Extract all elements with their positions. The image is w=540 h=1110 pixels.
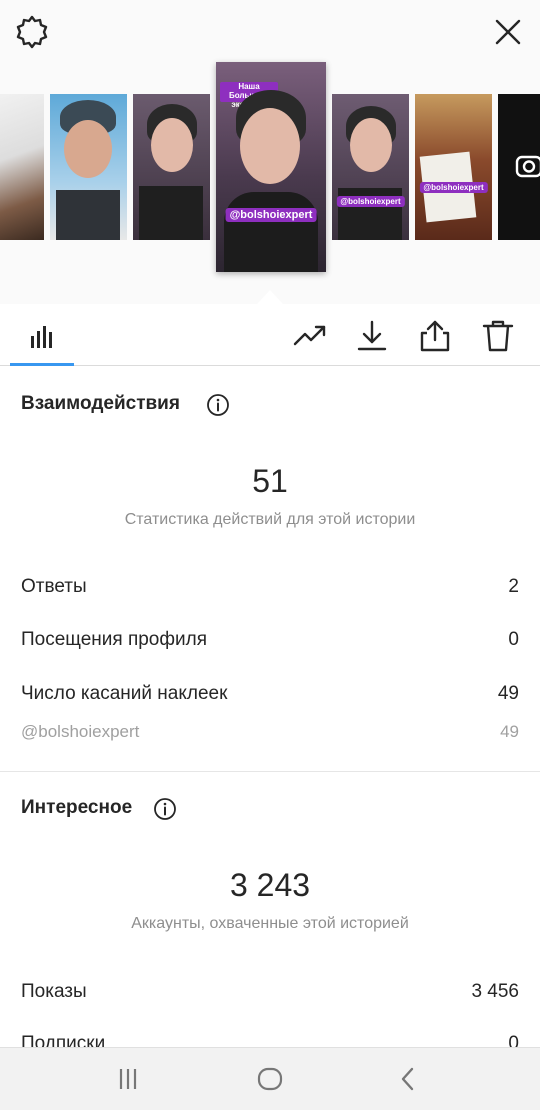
- interactions-caption: Статистика действий для этой истории: [124, 511, 416, 528]
- story-insights-screen: Наша Большого эксперта @bolshoiexpert @b…: [0, 0, 540, 1110]
- system-navigation-bar: [0, 1047, 540, 1110]
- row-value: 49: [497, 683, 519, 704]
- download-icon[interactable]: [354, 318, 390, 354]
- discovery-total: 3 243: [229, 867, 311, 903]
- story-thumbnail-selected[interactable]: Наша Большого эксперта @bolshoiexpert: [216, 62, 326, 272]
- row-label: Посещения профиля: [21, 629, 207, 650]
- mention-sticker: @bolshoiexpert: [419, 182, 488, 193]
- share-icon[interactable]: [417, 318, 453, 354]
- row-value: 0: [508, 629, 519, 650]
- story-thumbnail[interactable]: [0, 94, 44, 240]
- discovery-row-impressions: Показы 3 456: [21, 981, 519, 1011]
- story-preview-area: Наша Большого эксперта @bolshoiexpert @b…: [0, 0, 540, 304]
- close-icon[interactable]: [490, 14, 526, 50]
- info-icon[interactable]: [153, 797, 177, 821]
- row-label: Число касаний наклеек: [21, 683, 228, 704]
- interaction-row-profile-visits: Посещения профиля 0: [21, 629, 519, 659]
- sticker-mention-row: @bolshoiexpert 49: [21, 722, 519, 752]
- info-icon[interactable]: [206, 393, 230, 417]
- interactions-total: 51: [252, 463, 288, 499]
- row-value: 49: [500, 722, 519, 741]
- row-value: 3 456: [471, 981, 519, 1002]
- mention-sticker: @bolshoiexpert: [336, 196, 405, 207]
- story-thumbnail[interactable]: @bolshoiexpert: [415, 94, 492, 240]
- interactions-title: Взаимодействия: [21, 393, 180, 414]
- promote-trend-icon[interactable]: [292, 318, 328, 354]
- home-icon[interactable]: [255, 1064, 285, 1094]
- discovery-title: Интересное: [21, 797, 133, 818]
- recent-apps-icon[interactable]: [113, 1064, 143, 1094]
- section-divider: [0, 771, 540, 772]
- selected-pointer: [257, 290, 283, 304]
- interaction-row-sticker-taps: Число касаний наклеек 49: [21, 683, 519, 713]
- settings-gear-icon[interactable]: [12, 12, 52, 52]
- story-thumbnail[interactable]: @bolshoiexpert: [332, 94, 409, 240]
- back-icon[interactable]: [393, 1064, 423, 1094]
- insights-bar-chart-icon[interactable]: [24, 318, 60, 354]
- camera-icon: [515, 155, 540, 178]
- mention-sticker: @bolshoiexpert: [225, 208, 317, 222]
- delete-trash-icon[interactable]: [480, 318, 516, 354]
- story-thumbnail[interactable]: [133, 94, 210, 240]
- row-value: 2: [508, 576, 519, 597]
- row-label: @bolshoiexpert: [21, 722, 140, 741]
- row-label: Ответы: [21, 576, 87, 597]
- row-label: Показы: [21, 981, 87, 1002]
- story-thumbnail[interactable]: [50, 94, 127, 240]
- discovery-caption: Аккаунты, охваченные этой историей: [131, 915, 409, 932]
- story-thumbnail-strip[interactable]: Наша Большого эксперта @bolshoiexpert @b…: [0, 62, 540, 272]
- active-tab-indicator: [10, 363, 74, 366]
- toolbar: [0, 304, 540, 366]
- interaction-row-replies: Ответы 2: [21, 576, 519, 606]
- story-thumbnail[interactable]: [498, 94, 540, 240]
